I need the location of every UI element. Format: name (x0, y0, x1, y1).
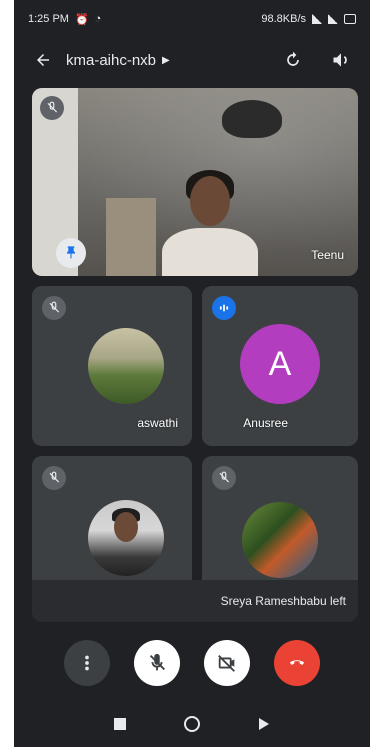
status-bar-left: 1:25 PM ⏰ ◔ (28, 13, 101, 26)
videocam-off-icon[interactable] (204, 640, 250, 686)
call-end-icon[interactable] (274, 640, 320, 686)
status-time: 1:25 PM (28, 13, 69, 25)
participant-tile-anusree[interactable]: A Anusree (202, 286, 358, 446)
participant-head (190, 176, 230, 226)
speaker-icon[interactable] (324, 43, 358, 77)
meeting-code-label: kma-aihc-nxb (66, 51, 157, 69)
switch-camera-icon[interactable] (276, 43, 310, 77)
video-door (106, 198, 156, 276)
more-vert-icon[interactable] (64, 640, 110, 686)
chevron-right-icon: ▶ (162, 54, 170, 66)
participant-tile-aswathi[interactable]: aswathi (32, 286, 192, 446)
main-video-tile[interactable]: Teenu (32, 88, 358, 276)
meet-screen: 1:25 PM ⏰ ◔ 98.8KB/s kma-aihc-nxb ▶ Teen… (14, 0, 370, 747)
system-nav-bar (14, 700, 370, 747)
status-bar: 1:25 PM ⏰ ◔ 98.8KB/s (14, 0, 370, 38)
mic-off-icon (212, 466, 236, 490)
participant-tile-3-right[interactable] (202, 456, 358, 580)
notification-caption: Sreya Rameshbabu left (32, 580, 358, 622)
battery-icon (344, 14, 356, 24)
caption-text: Sreya Rameshbabu left (220, 594, 346, 608)
avatar: A (240, 324, 320, 404)
data-speed: 98.8KB/s (261, 13, 306, 25)
avatar (242, 502, 318, 578)
video-lamp (222, 100, 282, 138)
pin-icon[interactable] (56, 238, 86, 268)
arrow-back-icon[interactable] (26, 43, 60, 77)
status-bar-right: 98.8KB/s (261, 13, 356, 25)
alarm-icon: ⏰ (74, 13, 89, 26)
mic-off-icon (40, 96, 64, 120)
top-bar: kma-aihc-nxb ▶ (14, 38, 370, 82)
avatar-initial: A (268, 344, 292, 383)
participant-name: Anusree (243, 416, 288, 430)
call-controls (14, 632, 370, 694)
mic-off-icon (42, 466, 66, 490)
signal-icon (312, 14, 322, 24)
back-triangle-icon[interactable] (249, 709, 279, 739)
wifi-icon: ◔ (94, 13, 102, 25)
mic-off-icon[interactable] (134, 640, 180, 686)
meeting-code[interactable]: kma-aihc-nxb ▶ (66, 52, 170, 69)
speaking-indicator-icon (212, 296, 236, 320)
avatar-face (114, 512, 138, 542)
recents-icon[interactable] (105, 709, 135, 739)
avatar (88, 328, 164, 404)
participant-body (162, 228, 258, 276)
mic-off-icon (42, 296, 66, 320)
participant-name: Teenu (311, 248, 344, 262)
signal-icon-2 (328, 14, 338, 24)
avatar (88, 500, 164, 576)
home-icon[interactable] (177, 709, 207, 739)
participant-tile-3-left[interactable] (32, 456, 192, 580)
participant-name: aswathi (137, 416, 178, 430)
